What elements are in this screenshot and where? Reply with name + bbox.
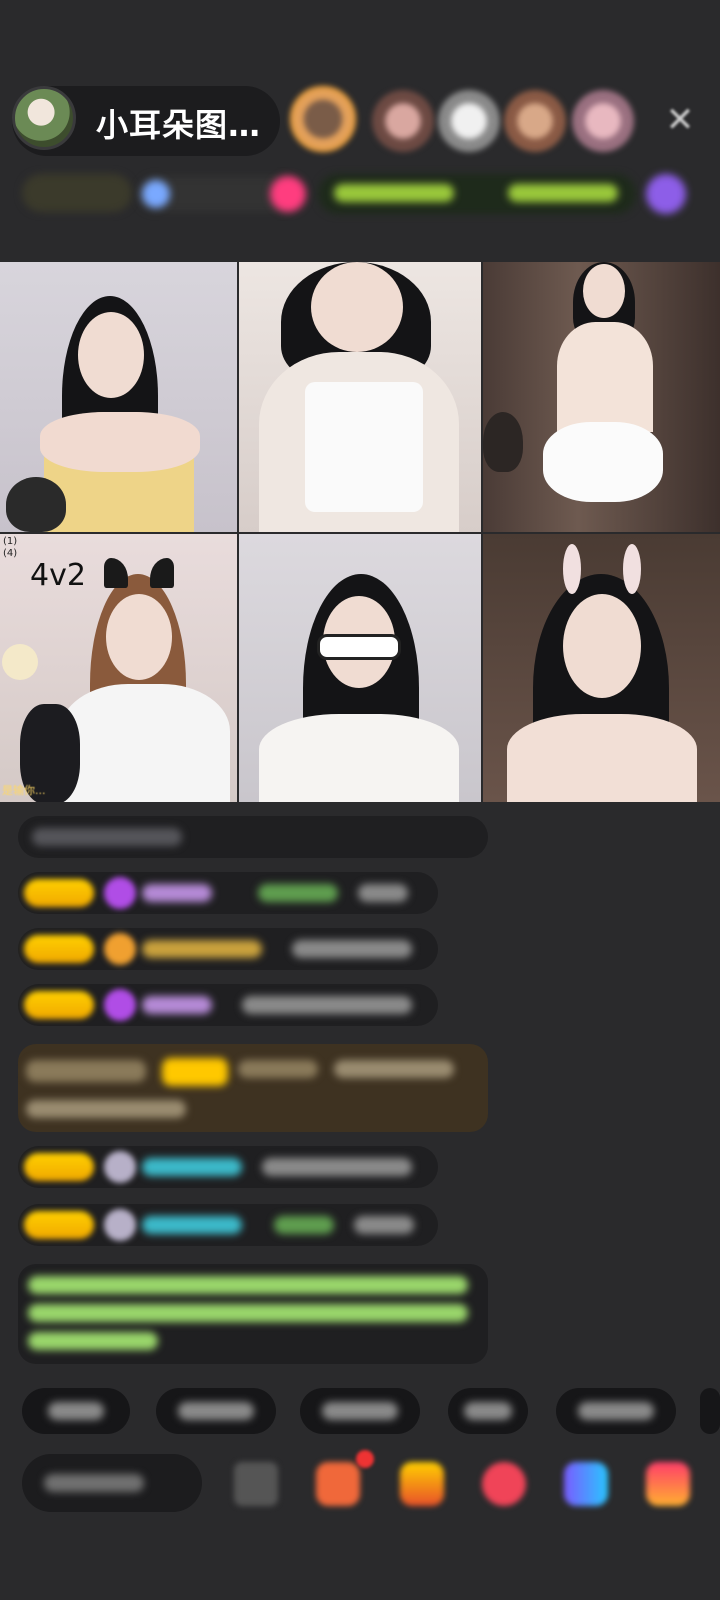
quick-reply-1[interactable] [22, 1388, 130, 1434]
battle-mode-label: 4v2 [30, 558, 86, 593]
quick-reply-3[interactable] [300, 1388, 420, 1434]
host-name[interactable]: 小耳朵图… [96, 100, 261, 146]
tile-caption: 是输你... [2, 784, 46, 797]
user-avatar-icon [104, 1151, 136, 1183]
balloon-icon [104, 933, 136, 965]
interaction-icon[interactable] [564, 1462, 608, 1506]
pink-icon[interactable] [270, 176, 306, 212]
gift-icon[interactable] [646, 174, 686, 214]
wish-box-icon[interactable] [316, 1462, 360, 1506]
close-icon[interactable]: ✕ [662, 102, 698, 138]
event-banner-text-1 [334, 184, 454, 202]
video-tile-3[interactable] [483, 262, 720, 532]
lucky-bag-icon[interactable] [400, 1462, 444, 1506]
fan-badge [24, 991, 94, 1019]
chat-notice [18, 816, 488, 858]
game-icon[interactable] [482, 1462, 526, 1506]
video-tile-4[interactable]: 4v2 (1) (4) 是输你... [0, 534, 237, 802]
fan-badge [24, 1211, 94, 1239]
quick-reply-2[interactable] [156, 1388, 276, 1434]
host-avatar[interactable] [12, 86, 76, 150]
chat-input[interactable] [22, 1454, 202, 1512]
gem-icon [104, 877, 136, 909]
video-tile-6[interactable] [483, 534, 720, 802]
quick-reply-4[interactable] [448, 1388, 528, 1434]
chat-message-4[interactable] [18, 1146, 438, 1188]
multi-guest-video-grid: 4v2 (1) (4) 是输你... [0, 262, 720, 802]
quick-reply-5[interactable] [556, 1388, 676, 1434]
chat-message-5[interactable] [18, 1204, 438, 1246]
video-tile-5[interactable] [239, 534, 481, 802]
seat-number-2: (4) [3, 548, 18, 559]
top-viewer-avatar-5[interactable] [572, 90, 634, 152]
system-notice [18, 1264, 488, 1364]
fan-badge [24, 1153, 94, 1181]
fan-badge [24, 879, 94, 907]
fan-badge [24, 935, 94, 963]
gift-message[interactable] [18, 1044, 488, 1132]
spark-icon [142, 180, 170, 208]
video-tile-2[interactable] [239, 262, 481, 532]
badge-row [22, 170, 698, 218]
notification-dot [356, 1450, 374, 1468]
top-viewer-avatar-1[interactable] [290, 86, 356, 152]
top-viewer-avatar-4[interactable] [504, 90, 566, 152]
top-viewer-avatar-2[interactable] [372, 90, 434, 152]
top-viewer-avatar-3[interactable] [438, 90, 500, 152]
chat-message-2[interactable] [18, 928, 438, 970]
user-avatar-icon [104, 1209, 136, 1241]
quick-reply-6[interactable] [700, 1388, 720, 1434]
chat-message-1[interactable] [18, 872, 438, 914]
chat-message-3[interactable] [18, 984, 438, 1026]
fan-badge-chip[interactable] [22, 174, 132, 212]
video-tile-1[interactable] [0, 262, 237, 532]
emoji-icon[interactable] [234, 1462, 278, 1506]
seat-number-1: (1) [3, 536, 18, 547]
gem-icon [104, 989, 136, 1021]
event-banner-text-2 [508, 184, 618, 202]
gift-box-icon[interactable] [646, 1462, 690, 1506]
